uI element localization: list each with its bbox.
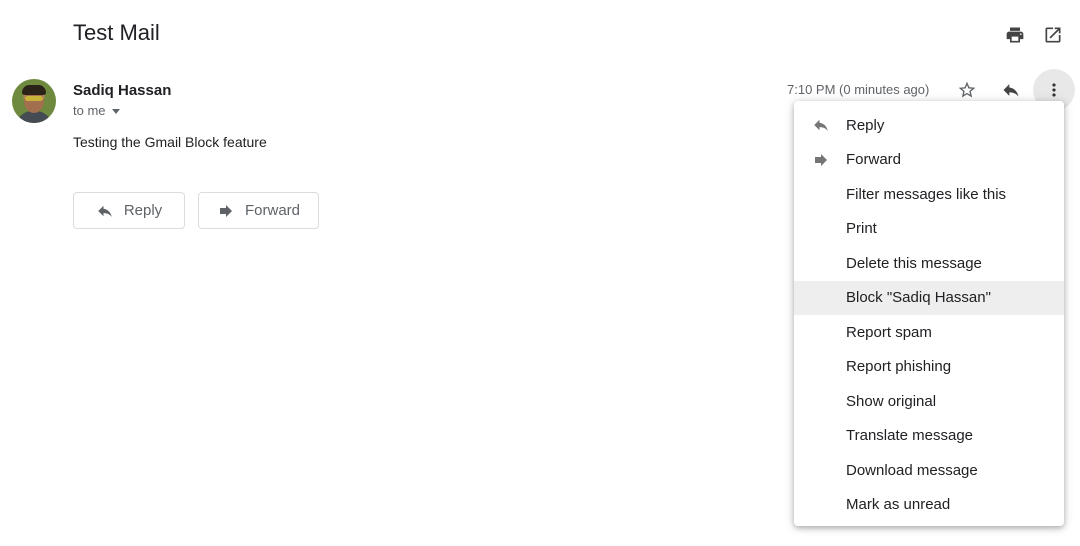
- menu-item-reply[interactable]: Reply: [794, 108, 1064, 143]
- more-vertical-icon: [1052, 83, 1056, 97]
- menu-item-label: Forward: [846, 151, 902, 169]
- reply-icon[interactable]: [997, 76, 1025, 104]
- menu-item-label: Reply: [846, 116, 885, 134]
- menu-item-report-spam[interactable]: Report spam: [794, 315, 1064, 350]
- menu-item-label: Mark as unread: [846, 496, 951, 514]
- caret-down-icon: [111, 108, 120, 114]
- menu-item-label: Download message: [846, 461, 978, 479]
- menu-item-mark-unread[interactable]: Mark as unread: [794, 488, 1064, 523]
- forward-button[interactable]: Forward: [198, 192, 319, 229]
- menu-item-block-sender[interactable]: Block "Sadiq Hassan": [794, 280, 1064, 315]
- email-view: Test Mail Sadiq Hassan to me Testing the…: [0, 0, 1080, 546]
- email-body: Testing the Gmail Block feature: [73, 134, 267, 150]
- recipient-label: to me: [73, 103, 106, 118]
- reply-button[interactable]: Reply: [73, 192, 185, 229]
- menu-item-filter-messages[interactable]: Filter messages like this: [794, 177, 1064, 212]
- forward-icon: [219, 204, 232, 217]
- menu-item-label: Show original: [846, 392, 937, 410]
- menu-item-label: Report phishing: [846, 358, 952, 376]
- reply-icon: [98, 205, 112, 217]
- recipient-details-toggle[interactable]: to me: [73, 103, 120, 118]
- reply-button-label: Reply: [123, 202, 163, 219]
- print-icon[interactable]: [1004, 24, 1026, 46]
- open-in-new-window-icon[interactable]: [1042, 24, 1064, 46]
- menu-item-forward[interactable]: Forward: [794, 143, 1064, 178]
- menu-item-label: Translate message: [846, 427, 974, 445]
- menu-item-label: Block "Sadiq Hassan": [846, 289, 991, 307]
- forward-button-label: Forward: [244, 202, 300, 219]
- menu-item-label: Delete this message: [846, 254, 982, 272]
- menu-item-download[interactable]: Download message: [794, 453, 1064, 488]
- star-icon[interactable]: [953, 76, 981, 104]
- menu-item-translate[interactable]: Translate message: [794, 419, 1064, 454]
- more-options-menu: Reply Forward Filter messages like this …: [794, 101, 1064, 526]
- forward-icon: [812, 151, 830, 169]
- menu-item-label: Report spam: [846, 323, 932, 341]
- menu-item-show-original[interactable]: Show original: [794, 384, 1064, 419]
- menu-item-label: Filter messages like this: [846, 185, 1007, 203]
- email-timestamp: 7:10 PM (0 minutes ago): [787, 82, 930, 97]
- menu-item-delete[interactable]: Delete this message: [794, 246, 1064, 281]
- email-subject: Test Mail: [73, 20, 160, 45]
- reply-icon: [812, 116, 830, 134]
- menu-item-print[interactable]: Print: [794, 212, 1064, 247]
- sender-avatar[interactable]: [12, 79, 56, 123]
- menu-item-report-phishing[interactable]: Report phishing: [794, 350, 1064, 385]
- menu-item-label: Print: [846, 220, 877, 238]
- sender-name[interactable]: Sadiq Hassan: [73, 82, 171, 99]
